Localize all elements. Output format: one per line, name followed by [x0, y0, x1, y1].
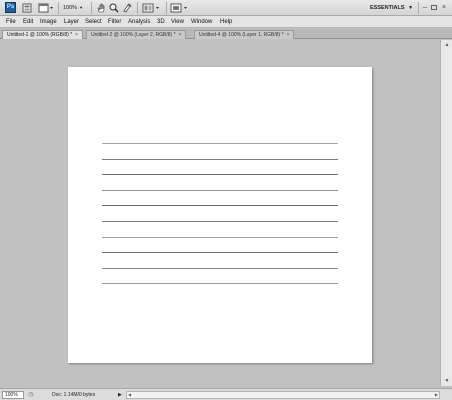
chevron-down-icon: ▼: [79, 5, 84, 10]
screen-mode-icon[interactable]: [170, 3, 190, 13]
ruled-line: [102, 205, 338, 206]
zoom-icon[interactable]: [109, 3, 119, 13]
ruled-line: [102, 174, 338, 175]
vertical-scrollbar[interactable]: ▲ ▼: [440, 40, 452, 386]
document-canvas[interactable]: [68, 67, 372, 363]
ruled-line: [102, 159, 338, 160]
hand-icon[interactable]: [96, 3, 106, 13]
menu-item-select[interactable]: Select: [85, 18, 102, 26]
restore-icon[interactable]: [430, 3, 438, 12]
chevron-down-icon: ▼: [408, 5, 414, 11]
menu-item-3d[interactable]: 3D: [157, 18, 165, 26]
scroll-left-icon[interactable]: ◀: [128, 392, 131, 398]
horizontal-scrollbar[interactable]: ◀ ▶: [126, 391, 440, 399]
status-bar: 100% ◷ Doc: 1.14M/0 bytes ▶ ◀ ▶: [0, 388, 452, 400]
application-bar: Ps 100% ▼ ESSENTIALS ▼ – ×: [0, 0, 452, 16]
extras-icon[interactable]: [142, 3, 162, 13]
document-tab-bar: Untitled-1 @ 100% (RGB/8) * × Untitled-2 …: [0, 29, 452, 39]
document-tab-untitled-2[interactable]: Untitled-2 @ 100% (Layer 2, RGB/8) * ×: [86, 30, 187, 39]
toolbar-separator: [91, 2, 92, 14]
scroll-right-icon[interactable]: ▶: [435, 392, 438, 398]
status-menu-arrow-icon[interactable]: ▶: [118, 391, 124, 399]
photoshop-logo: Ps: [5, 2, 16, 13]
menu-item-layer[interactable]: Layer: [64, 18, 79, 26]
menu-item-file[interactable]: File: [6, 18, 16, 26]
toolbar-separator: [137, 2, 138, 14]
workspace-switcher[interactable]: ESSENTIALS ▼: [370, 3, 413, 13]
workspace-label: ESSENTIALS: [370, 5, 405, 11]
scroll-down-icon[interactable]: ▼: [443, 377, 451, 385]
tab-close-icon[interactable]: ×: [287, 32, 290, 38]
ruled-line: [102, 237, 338, 238]
zoom-level-select[interactable]: 100% ▼: [63, 4, 83, 12]
menu-item-window[interactable]: Window: [191, 18, 212, 26]
ruled-line: [102, 143, 338, 144]
ruled-line: [102, 221, 338, 222]
ruled-line: [102, 268, 338, 269]
menu-item-analysis[interactable]: Analysis: [128, 18, 150, 26]
menu-item-filter[interactable]: Filter: [108, 18, 121, 26]
scroll-up-icon[interactable]: ▲: [443, 41, 451, 49]
tab-close-icon[interactable]: ×: [75, 32, 78, 38]
rotate-view-icon[interactable]: [122, 3, 132, 13]
ruled-line: [102, 252, 338, 253]
menu-bar: File Edit Image Layer Select Filter Anal…: [0, 16, 452, 28]
toolbar-separator: [58, 2, 59, 14]
status-zoom-field[interactable]: 100%: [2, 391, 24, 399]
tab-label: Untitled-4 @ 100% (Layer 1, RGB/8) *: [199, 32, 284, 38]
tab-label: Untitled-2 @ 100% (Layer 2, RGB/8) *: [91, 32, 176, 38]
minimize-icon[interactable]: –: [421, 3, 429, 12]
document-size-info: Doc: 1.14M/0 bytes: [52, 392, 96, 398]
menu-item-image[interactable]: Image: [40, 18, 57, 26]
toolbar-separator: [166, 2, 167, 14]
menu-item-view[interactable]: View: [171, 18, 184, 26]
menu-item-help[interactable]: Help: [220, 18, 232, 26]
zoom-level-value: 100%: [63, 5, 78, 11]
tab-close-icon[interactable]: ×: [179, 32, 182, 38]
document-tab-untitled-4[interactable]: Untitled-4 @ 100% (Layer 1, RGB/8) * ×: [194, 30, 295, 39]
document-tab-untitled-1[interactable]: Untitled-1 @ 100% (RGB/8) * ×: [2, 30, 84, 39]
ruled-line: [102, 190, 338, 191]
br-icon[interactable]: [22, 3, 32, 13]
menu-item-edit[interactable]: Edit: [23, 18, 33, 26]
document-info-icon[interactable]: ◷: [27, 391, 35, 399]
ruled-line: [102, 283, 338, 284]
arrange-documents-icon[interactable]: [38, 3, 54, 13]
close-icon[interactable]: ×: [440, 3, 448, 12]
toolbar-separator: [418, 2, 419, 14]
tab-label: Untitled-1 @ 100% (RGB/8) *: [7, 32, 73, 38]
